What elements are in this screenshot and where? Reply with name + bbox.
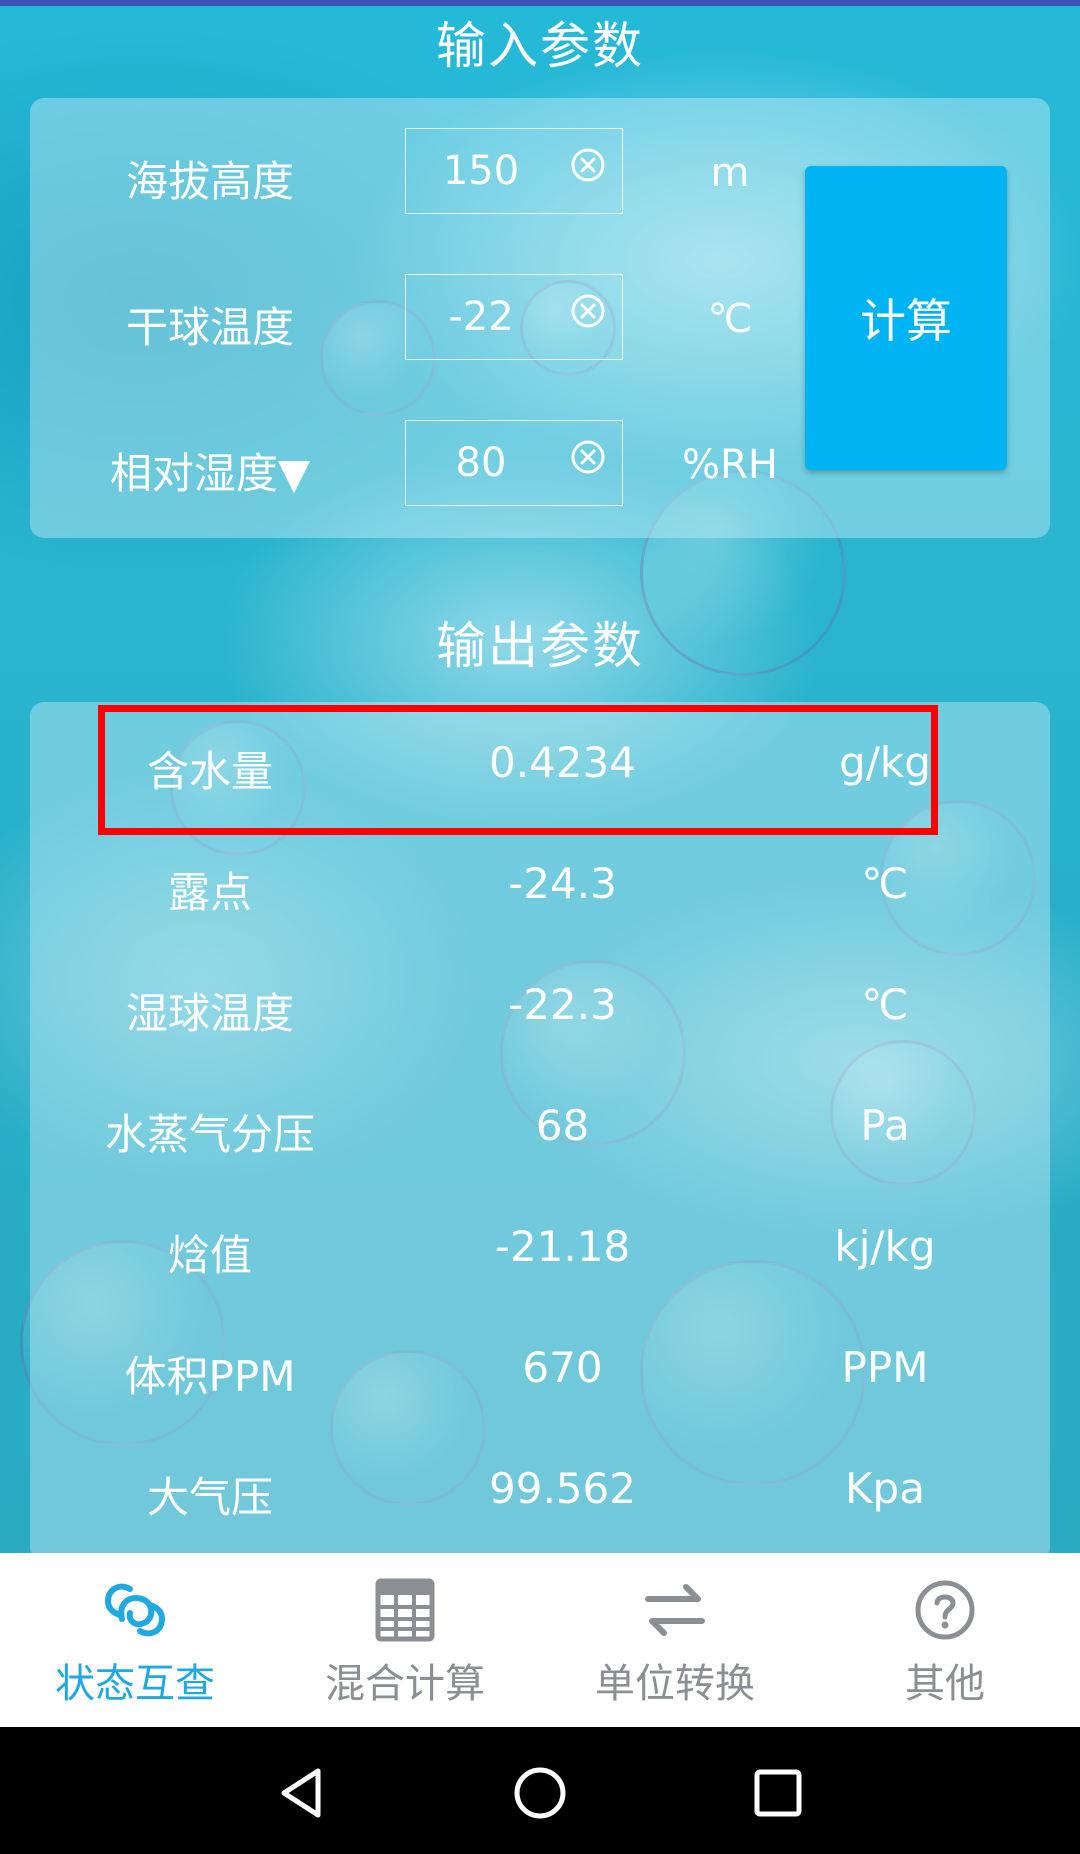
nav-label: 其他: [905, 1661, 985, 1707]
output-unit: ℃: [861, 980, 909, 1029]
output-unit: Pa: [860, 1101, 910, 1150]
input-section-title: 输入参数: [436, 17, 644, 75]
output-row: 露点 -24.3 ℃: [30, 837, 1050, 937]
output-unit: PPM: [841, 1343, 929, 1392]
relative-humidity-input[interactable]: 80: [405, 420, 623, 506]
output-row: 湿球温度 -22.3 ℃: [30, 958, 1050, 1058]
nav-label: 单位转换: [595, 1661, 755, 1707]
dry-bulb-temp-value[interactable]: -22: [406, 275, 556, 359]
swap-icon: [645, 1584, 705, 1636]
altitude-unit: m: [710, 150, 750, 196]
link-icon: [104, 1583, 166, 1637]
system-nav-bar: [0, 1727, 1080, 1854]
output-row: 大气压 99.562 Kpa: [30, 1442, 1050, 1542]
calculate-button[interactable]: 计算: [805, 166, 1007, 470]
output-value: -22.3: [508, 980, 617, 1029]
output-row: 水蒸气分压 68 Pa: [30, 1079, 1050, 1179]
recents-icon[interactable]: [748, 1763, 808, 1823]
relative-humidity-dropdown[interactable]: 相对湿度▼: [30, 440, 390, 501]
output-label: 体积PPM: [124, 1352, 296, 1401]
calculator-icon: [375, 1578, 435, 1642]
altitude-label: 海拔高度: [125, 157, 294, 206]
nav-item-other[interactable]: 其他: [810, 1553, 1080, 1727]
output-section-title: 输出参数: [436, 617, 644, 675]
back-icon[interactable]: [272, 1763, 332, 1823]
altitude-input[interactable]: 150: [405, 128, 623, 214]
output-unit: ℃: [861, 859, 909, 908]
output-value: 99.562: [489, 1464, 636, 1513]
nav-label: 混合计算: [325, 1661, 485, 1707]
output-unit: Kpa: [845, 1464, 925, 1513]
home-icon[interactable]: [510, 1763, 570, 1823]
relative-humidity-unit: %RH: [682, 442, 778, 488]
output-label: 露点: [167, 868, 252, 917]
output-value: -24.3: [508, 859, 617, 908]
bottom-nav: 状态互查 混合计算 单位转换 其他: [0, 1553, 1080, 1727]
dry-bulb-temp-unit: ℃: [707, 296, 753, 342]
output-unit: kj/kg: [834, 1222, 936, 1271]
nav-item-status[interactable]: 状态互查: [0, 1553, 270, 1727]
clear-icon[interactable]: [570, 293, 606, 329]
nav-label: 状态互查: [55, 1661, 215, 1707]
output-value: -21.18: [494, 1222, 631, 1271]
output-label: 水蒸气分压: [104, 1110, 315, 1159]
clear-icon[interactable]: [570, 147, 606, 183]
altitude-value[interactable]: 150: [406, 129, 556, 213]
help-icon: [915, 1580, 975, 1640]
nav-item-mix-calc[interactable]: 混合计算: [270, 1553, 540, 1727]
output-label: 湿球温度: [125, 989, 294, 1038]
highlight-box: [98, 705, 938, 835]
dry-bulb-temp-label: 干球温度: [125, 303, 294, 352]
relative-humidity-value[interactable]: 80: [406, 421, 556, 505]
output-value: 670: [522, 1343, 603, 1392]
clear-icon[interactable]: [570, 439, 606, 475]
output-value: 68: [535, 1101, 590, 1150]
output-row: 体积PPM 670 PPM: [30, 1321, 1050, 1421]
output-row: 焓值 -21.18 kj/kg: [30, 1200, 1050, 1300]
output-label: 焓值: [167, 1231, 252, 1280]
dry-bulb-temp-input[interactable]: -22: [405, 274, 623, 360]
nav-item-unit-convert[interactable]: 单位转换: [540, 1553, 810, 1727]
output-label: 大气压: [146, 1473, 273, 1522]
